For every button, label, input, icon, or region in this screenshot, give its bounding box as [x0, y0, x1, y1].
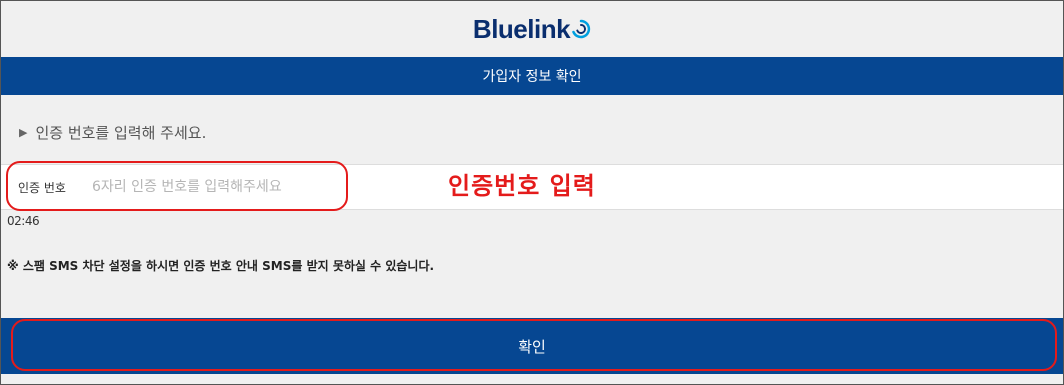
title-bar: 가입자 정보 확인 [1, 57, 1063, 95]
confirm-button[interactable]: 확인 [1, 318, 1063, 374]
bluelink-logo[interactable]: Blue link [473, 14, 591, 45]
logo-ring-icon [571, 19, 591, 39]
triangle-bullet-icon: ▶ [19, 126, 28, 139]
auth-number-input[interactable] [92, 179, 392, 195]
logo-text-blue: Blue [472, 13, 528, 44]
instruction-row: ▶ 인증 번호를 입력해 주세요. [19, 122, 206, 143]
instruction-text: 인증 번호를 입력해 주세요. [35, 124, 207, 142]
logo-text-link: link [527, 13, 571, 44]
confirm-button-label: 확인 [518, 337, 546, 356]
app-header: Blue link [1, 1, 1063, 57]
annotation-label: 인증번호 입력 [448, 172, 596, 200]
sms-notice: ※ 스팸 SMS 차단 설정을 하시면 인증 번호 안내 SMS를 받지 못하실… [7, 259, 435, 273]
auth-number-label: 인증 번호 [18, 180, 66, 195]
page-title: 가입자 정보 확인 [482, 69, 582, 85]
page-frame: Blue link 가입자 정보 확인 ▶ 인증 번호를 입력해 주세요. 인증 … [0, 0, 1064, 385]
countdown-timer: 02:46 [7, 214, 40, 228]
